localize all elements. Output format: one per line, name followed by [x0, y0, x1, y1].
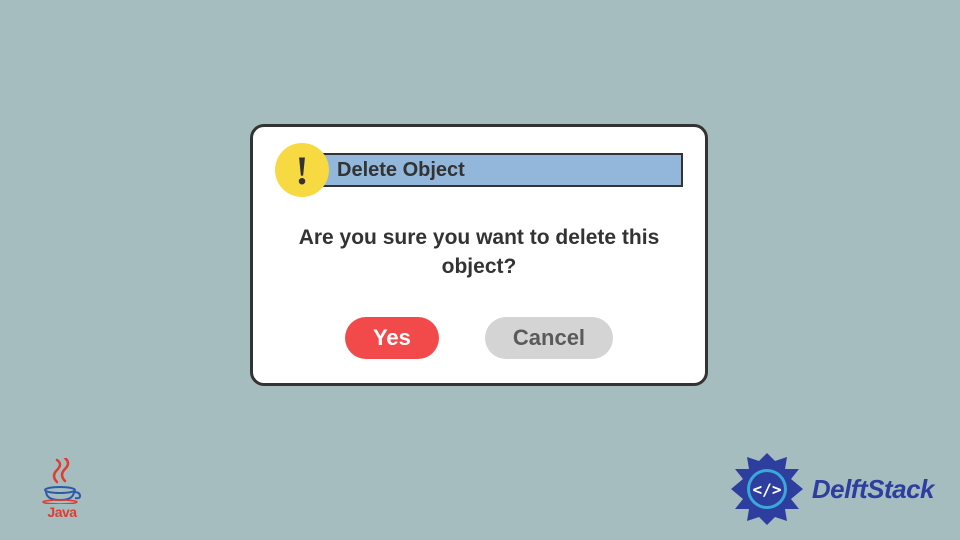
cancel-button[interactable]: Cancel [485, 317, 613, 359]
dialog-title-row: ! Delete Object [275, 143, 683, 197]
java-logo: Java [42, 458, 82, 520]
svg-text:</>: </> [752, 480, 781, 499]
dialog-message: Are you sure you want to delete this obj… [293, 223, 665, 282]
delftstack-logo-text: DelftStack [812, 474, 934, 505]
dialog-button-row: Yes Cancel [253, 317, 705, 359]
java-steam-icon [45, 458, 79, 486]
delftstack-medallion-icon: </> [728, 450, 806, 528]
yes-button[interactable]: Yes [345, 317, 439, 359]
confirm-dialog: ! Delete Object Are you sure you want to… [250, 124, 708, 386]
java-cup-icon [42, 486, 82, 504]
dialog-title-bar: Delete Object [313, 153, 683, 187]
delftstack-logo: </> DelftStack [728, 450, 934, 528]
dialog-title: Delete Object [337, 159, 465, 182]
warning-icon: ! [275, 143, 329, 197]
java-logo-text: Java [47, 504, 76, 520]
